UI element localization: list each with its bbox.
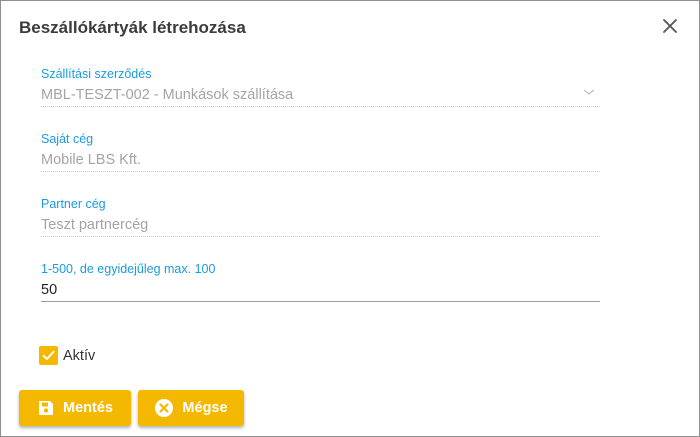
chevron-down-icon: [583, 89, 595, 95]
quantity-label: 1-500, de egyidejűleg max. 100: [41, 262, 216, 276]
active-checkbox-row[interactable]: Aktív: [39, 346, 95, 365]
dialog-title: Beszállókártyák létrehozása: [19, 18, 246, 37]
partner-company-field: Partner cég Teszt partnercég: [41, 197, 600, 237]
partner-company-label: Partner cég: [41, 197, 106, 211]
create-boarding-cards-dialog: Beszállókártyák létrehozása Szállítási s…: [0, 0, 700, 437]
quantity-input[interactable]: 50: [41, 282, 600, 302]
own-company-label: Saját cég: [41, 132, 94, 146]
contract-select[interactable]: MBL-TESZT-002 - Munkások szállítása: [41, 87, 600, 107]
partner-company-value: Teszt partnercég: [41, 217, 600, 237]
cancel-button[interactable]: Mégse: [138, 390, 244, 426]
active-checkbox-label: Aktív: [63, 347, 96, 364]
cancel-button-label: Mégse: [182, 400, 228, 416]
own-company-value: Mobile LBS Kft.: [41, 152, 600, 172]
save-icon: [39, 401, 54, 415]
save-button[interactable]: Mentés: [19, 390, 131, 426]
quantity-field[interactable]: 1-500, de egyidejűleg max. 100 50: [41, 262, 600, 302]
contract-field[interactable]: Szállítási szerződés MBL-TESZT-002 - Mun…: [41, 67, 600, 107]
save-button-label: Mentés: [63, 400, 113, 416]
checkmark-icon: [42, 350, 55, 360]
own-company-field: Saját cég Mobile LBS Kft.: [41, 132, 600, 172]
close-button[interactable]: [657, 13, 683, 39]
close-icon: [663, 19, 677, 33]
active-checkbox[interactable]: [39, 346, 58, 365]
cancel-icon: [155, 399, 174, 417]
contract-label: Szállítási szerződés: [41, 67, 152, 81]
